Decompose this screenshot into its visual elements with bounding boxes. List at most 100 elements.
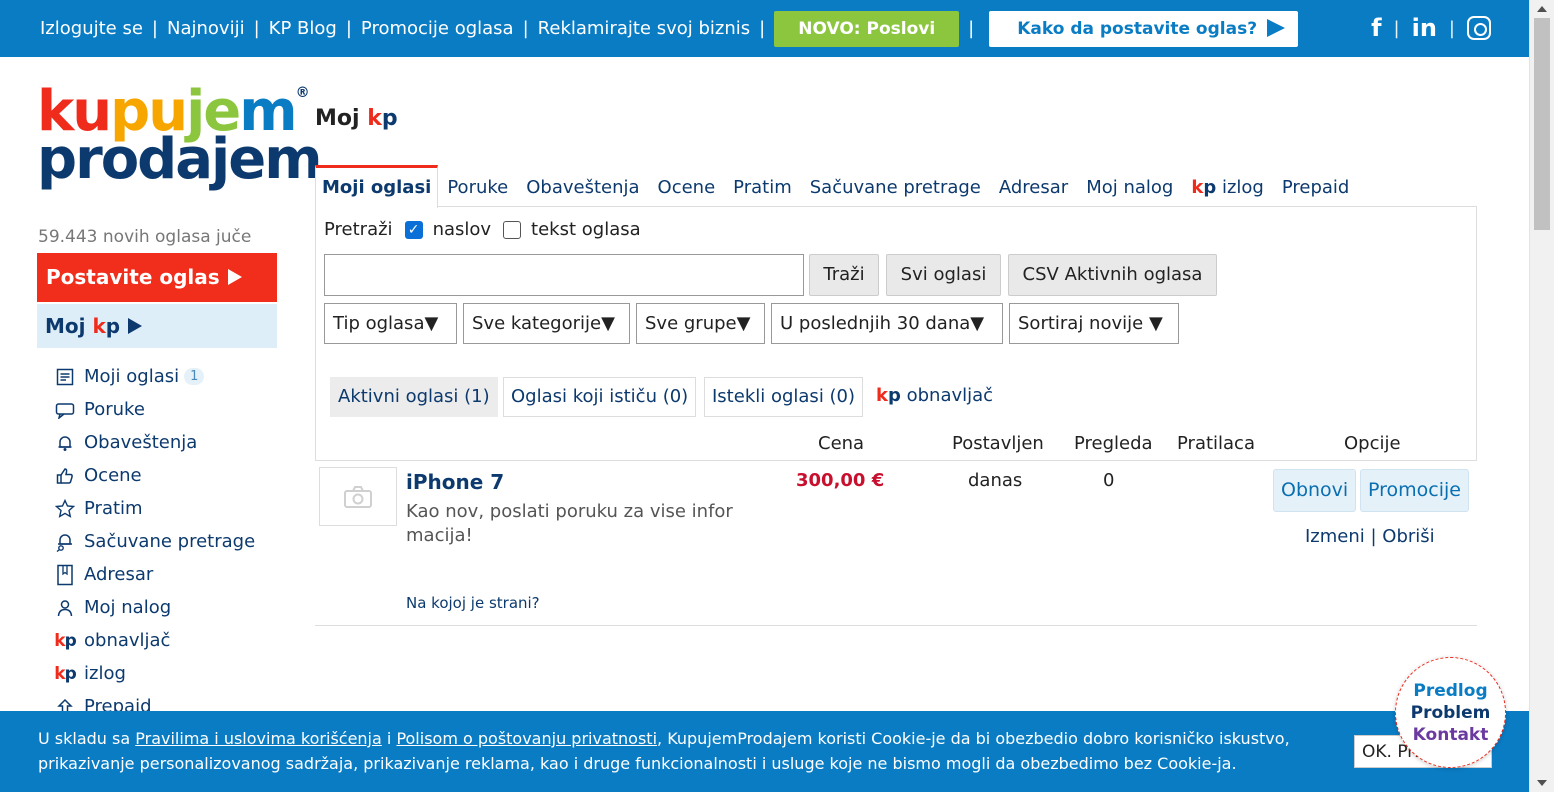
cookie-text-line2: prikazivanje personalizovanog sadržaja, … xyxy=(38,754,1237,773)
sidebar-item-renewer[interactable]: kp obnavljač xyxy=(54,624,255,657)
tab-my-account[interactable]: Moj nalog xyxy=(1077,165,1182,207)
tab-my-ads[interactable]: Moji oglasi xyxy=(315,165,439,208)
scroll-up-icon[interactable] xyxy=(1537,6,1547,12)
separator: | xyxy=(253,18,260,39)
tab-following[interactable]: Pratim xyxy=(724,165,801,207)
search-label: Pretraži xyxy=(324,219,393,240)
privacy-link[interactable]: Polisom o poštovanju privatnosti xyxy=(396,729,657,748)
linkedin-icon[interactable]: in xyxy=(1412,14,1437,42)
my-kp-label: Moj xyxy=(45,314,86,338)
logout-link[interactable]: Izlogujte se xyxy=(40,18,143,39)
cookie-text: U skladu sa xyxy=(38,729,136,748)
sidebar-item-showcase[interactable]: kp izlog xyxy=(54,657,255,690)
text-checkbox[interactable] xyxy=(503,220,522,239)
tab-prepaid[interactable]: Prepaid xyxy=(1273,165,1359,207)
tab-address-book[interactable]: Adresar xyxy=(990,165,1077,207)
search-input[interactable] xyxy=(324,254,804,296)
sidebar-item-my-account[interactable]: Moj nalog xyxy=(54,591,255,624)
sidebar-item-my-ads[interactable]: Moji oglasi 1 xyxy=(54,360,255,393)
ad-title-link[interactable]: iPhone 7 xyxy=(406,470,504,494)
sidebar-item-label: Poruke xyxy=(84,399,145,420)
ad-actions: Izmeni | Obriši xyxy=(1305,526,1435,547)
newest-link[interactable]: Najnoviji xyxy=(167,18,245,39)
kp-logo-icon: k xyxy=(1191,177,1204,198)
jobs-button[interactable]: NOVO: Poslovi xyxy=(774,10,960,47)
feedback-widget[interactable]: Predlog Problem Kontakt xyxy=(1395,657,1506,768)
sidebar-item-notifications[interactable]: Obaveštenja xyxy=(54,426,255,459)
registered-mark: ® xyxy=(295,85,310,101)
page-title: Moj kp xyxy=(315,106,398,131)
tab-ratings[interactable]: Ocene xyxy=(649,165,725,207)
ad-price: 300,00 € xyxy=(796,470,885,491)
sidebar-item-label: Obaveštenja xyxy=(84,432,198,453)
cookie-banner: U skladu sa Pravilima i uslovima korišće… xyxy=(0,711,1529,792)
promotions-link[interactable]: Promocije oglasa xyxy=(361,18,514,39)
ad-thumbnail[interactable] xyxy=(319,467,397,526)
group-select[interactable]: Sve grupe▼ xyxy=(636,303,765,344)
play-icon xyxy=(1267,18,1286,37)
post-ad-label: Postavite oglas xyxy=(46,265,220,289)
kp-logo-icon: k xyxy=(367,106,382,131)
kp-logo-icon: k xyxy=(92,314,106,338)
ad-type-select[interactable]: Tip oglasa▼ xyxy=(324,303,457,344)
renewer-link[interactable]: kp obnavljač xyxy=(876,385,993,406)
separator: | xyxy=(1393,17,1400,39)
sidebar-item-label: izlog xyxy=(84,663,126,684)
kp-icon: kp xyxy=(54,663,77,684)
scroll-thumb[interactable] xyxy=(1534,18,1550,230)
cookie-text: i xyxy=(381,729,397,748)
site-logo[interactable]: kupujem® prodajem xyxy=(37,84,323,187)
title-checkbox[interactable]: ✓ xyxy=(404,220,423,239)
column-options: Opcije xyxy=(1344,433,1401,454)
blog-link[interactable]: KP Blog xyxy=(269,18,337,39)
promotions-button[interactable]: Promocije xyxy=(1360,469,1469,512)
text-checkbox-label: tekst oglasa xyxy=(531,219,641,240)
tab-expiring-ads[interactable]: Oglasi koji ističu (0) xyxy=(503,377,697,417)
sidebar-item-label: Moji oglasi xyxy=(84,366,180,387)
sidebar-item-messages[interactable]: Poruke xyxy=(54,393,255,426)
search-button[interactable]: Traži xyxy=(809,254,879,296)
facebook-icon[interactable]: f xyxy=(1371,14,1381,42)
play-icon xyxy=(128,318,143,334)
title-checkbox-label: naslov xyxy=(432,219,492,240)
scrollbar[interactable] xyxy=(1529,0,1554,792)
sidebar-item-following[interactable]: Pratim xyxy=(54,492,255,525)
tab-messages[interactable]: Poruke xyxy=(438,165,517,207)
my-kp-button[interactable]: Moj kp xyxy=(37,304,277,348)
instagram-icon[interactable] xyxy=(1467,16,1491,40)
sidebar-item-label: Pratim xyxy=(84,498,143,519)
divider xyxy=(315,625,1477,626)
terms-link[interactable]: Pravilima i uslovima korišćenja xyxy=(135,729,382,748)
ad-description: Kao nov, poslati poruku za vise infor ma… xyxy=(406,501,733,546)
separator: | xyxy=(968,18,975,39)
advertise-link[interactable]: Reklamirajte svoj biznis xyxy=(538,18,750,39)
category-select[interactable]: Sve kategorije▼ xyxy=(463,303,630,344)
how-to-post-button[interactable]: Kako da postavite oglas? xyxy=(989,10,1299,47)
kp-logo-icon: p xyxy=(105,314,121,338)
sort-select[interactable]: Sortiraj novije ▼ xyxy=(1009,303,1179,344)
dropdown-arrow-icon: ▼ xyxy=(1148,313,1163,334)
page-title-text: Moj xyxy=(315,106,360,131)
page-position-link[interactable]: Na kojoj je strani? xyxy=(406,594,540,612)
camera-icon xyxy=(344,485,372,508)
scroll-down-icon[interactable] xyxy=(1537,780,1547,786)
delete-link[interactable]: Obriši xyxy=(1382,526,1434,547)
tab-active-ads[interactable]: Aktivni oglasi (1) xyxy=(330,377,498,417)
select-value: Tip oglasa xyxy=(333,313,425,334)
csv-export-button[interactable]: CSV Aktivnih oglasa xyxy=(1008,254,1217,296)
cookie-text: , KupujemProdajem koristi Cookie-je da b… xyxy=(657,729,1290,748)
edit-link[interactable]: Izmeni xyxy=(1305,526,1365,547)
post-ad-button[interactable]: Postavite oglas xyxy=(37,253,277,302)
all-ads-button[interactable]: Svi oglasi xyxy=(886,254,1001,296)
renew-button[interactable]: Obnovi xyxy=(1273,469,1357,512)
tab-showcase[interactable]: kp izlog xyxy=(1182,165,1273,207)
tab-notifications[interactable]: Obaveštenja xyxy=(517,165,648,207)
tab-saved-searches[interactable]: Sačuvane pretrage xyxy=(801,165,990,207)
search-options: Pretraži ✓ naslov tekst oglasa xyxy=(324,219,641,240)
sidebar-item-saved-searches[interactable]: Sačuvane pretrage xyxy=(54,525,255,558)
sidebar-item-address-book[interactable]: Adresar xyxy=(54,558,255,591)
period-select[interactable]: U poslednjih 30 dana▼ xyxy=(771,303,1003,344)
tab-expired-ads[interactable]: Istekli oglasi (0) xyxy=(704,377,864,417)
sidebar-item-ratings[interactable]: Ocene xyxy=(54,459,255,492)
top-bar: Izlogujte se | Najnoviji | KP Blog | Pro… xyxy=(0,0,1529,57)
